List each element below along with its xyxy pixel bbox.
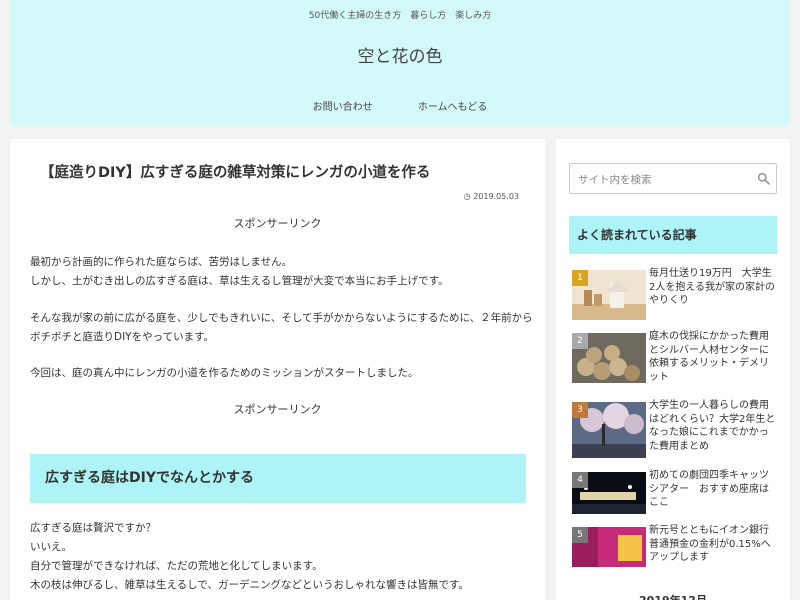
clock-icon: ◷ (463, 192, 474, 201)
article-date-text: 2019.05.03 (473, 192, 519, 201)
popular-thumbnail[interactable]: 2 (572, 333, 646, 383)
rank-badge: 1 (572, 270, 588, 286)
site-header: 50代働く主婦の生き方 暮らし方 楽しみ方 空と花の色 お問い合わせ ホームへも… (10, 0, 790, 125)
rank-badge: 5 (572, 527, 588, 543)
popular-thumbnail[interactable]: 3 (572, 402, 646, 458)
popular-item-title[interactable]: 毎月仕送り19万円 大学生2人を抱える我が家の家計のやりくり (649, 267, 777, 308)
popular-item-title[interactable]: 新元号とともにイオン銀行普通預金の金利が0.15%へアップします (649, 524, 777, 565)
popular-item[interactable]: 2 庭木の伐採にかかった費用とシルバー人材センターに依頼するメリット・デメリット (572, 330, 778, 385)
paragraph-line: いいえ。 (30, 541, 72, 553)
article-main: 【庭造りDIY】広すぎる庭の雑草対策にレンガの小道を作る ◷ 2019.05.0… (10, 139, 545, 600)
rank-badge: 4 (572, 472, 588, 488)
popular-item[interactable]: 3 大学生の一人暮らしの費用はどれくらい？大学2年生となった娘にこれまでかかった… (572, 399, 778, 458)
calendar-title: 2019年12月 (556, 592, 790, 600)
popular-thumbnail[interactable]: 1 (572, 270, 646, 320)
main-nav: お問い合わせ ホームへもどる (10, 98, 790, 113)
search-icon[interactable] (757, 172, 770, 185)
section-heading: 広すぎる庭はDIYでなんとかする (30, 454, 526, 503)
rank-badge: 2 (572, 333, 588, 349)
paragraph-line: 自分で管理ができなければ、ただの荒地と化してしまいます。 (30, 560, 323, 572)
paragraph-line: 今回は、庭の真ん中にレンガの小道を作るためのミッションがスタートしました。 (30, 367, 419, 379)
article-title: 【庭造りDIY】広すぎる庭の雑草対策にレンガの小道を作る (40, 165, 431, 181)
article-date: ◷ 2019.05.03 (464, 192, 519, 201)
popular-item-title[interactable]: 庭木の伐採にかかった費用とシルバー人材センターに依頼するメリット・デメリット (649, 330, 777, 384)
sponsor-label: スポンサーリンク (233, 217, 322, 230)
search-placeholder: サイト内を検索 (578, 174, 652, 186)
popular-thumbnail[interactable]: 4 (572, 472, 646, 514)
paragraph-line: 広すぎる庭は贅沢ですか？ (30, 522, 156, 534)
popular-item[interactable]: 5 新元号とともにイオン銀行普通預金の金利が0.15%へアップします (572, 524, 778, 579)
search-input[interactable]: サイト内を検索 (569, 163, 777, 194)
paragraph-line: 木の枝は伸びるし、雑草は生えるしで、ガーデニングなどというおしゃれな響きは皆無で… (30, 579, 469, 591)
sponsor-label: スポンサーリンク (233, 403, 322, 416)
article-paragraph: 最初から計画的に作られた庭ならば、苦労はしません。 しかし、土がむき出しの広すぎ… (30, 253, 535, 291)
paragraph-line: そんな我が家の前に広がる庭を、少しでもきれいに、そして手がかからないようにするた… (30, 312, 533, 343)
article-paragraph: そんな我が家の前に広がる庭を、少しでもきれいに、そして手がかからないようにするた… (30, 309, 535, 347)
popular-item-title[interactable]: 大学生の一人暮らしの費用はどれくらい？大学2年生となった娘にこれまでかかった費用… (649, 399, 777, 453)
site-title[interactable]: 空と花の色 (10, 42, 790, 67)
popular-thumbnail[interactable]: 5 (572, 527, 646, 567)
paragraph-line: 最初から計画的に作られた庭ならば、苦労はしません。 (30, 256, 293, 268)
nav-home[interactable]: ホームへもどる (418, 98, 488, 113)
site-tagline: 50代働く主婦の生き方 暮らし方 楽しみ方 (308, 11, 492, 21)
popular-item[interactable]: 1 毎月仕送り19万円 大学生2人を抱える我が家の家計のやりくり (572, 267, 778, 322)
popular-item-title[interactable]: 初めての劇団四季キャッツシアター おすすめ座席はここ (649, 469, 777, 510)
rank-badge: 3 (572, 402, 588, 418)
article-paragraph: 広すぎる庭は贅沢ですか？ いいえ。 自分で管理ができなければ、ただの荒地と化して… (30, 519, 535, 595)
popular-item[interactable]: 4 初めての劇団四季キャッツシアター おすすめ座席はここ (572, 469, 778, 524)
popular-posts-title: よく読まれている記事 (569, 216, 777, 254)
paragraph-line: しかし、土がむき出しの広すぎる庭は、草は生えるし管理が大変で本当にお手上げです。 (30, 275, 449, 287)
article-paragraph: 今回は、庭の真ん中にレンガの小道を作るためのミッションがスタートしました。 (30, 364, 535, 383)
nav-contact[interactable]: お問い合わせ (313, 98, 373, 113)
sidebar: サイト内を検索 よく読まれている記事 1 毎月仕送り19万円 大学生2人を抱える… (556, 139, 790, 600)
